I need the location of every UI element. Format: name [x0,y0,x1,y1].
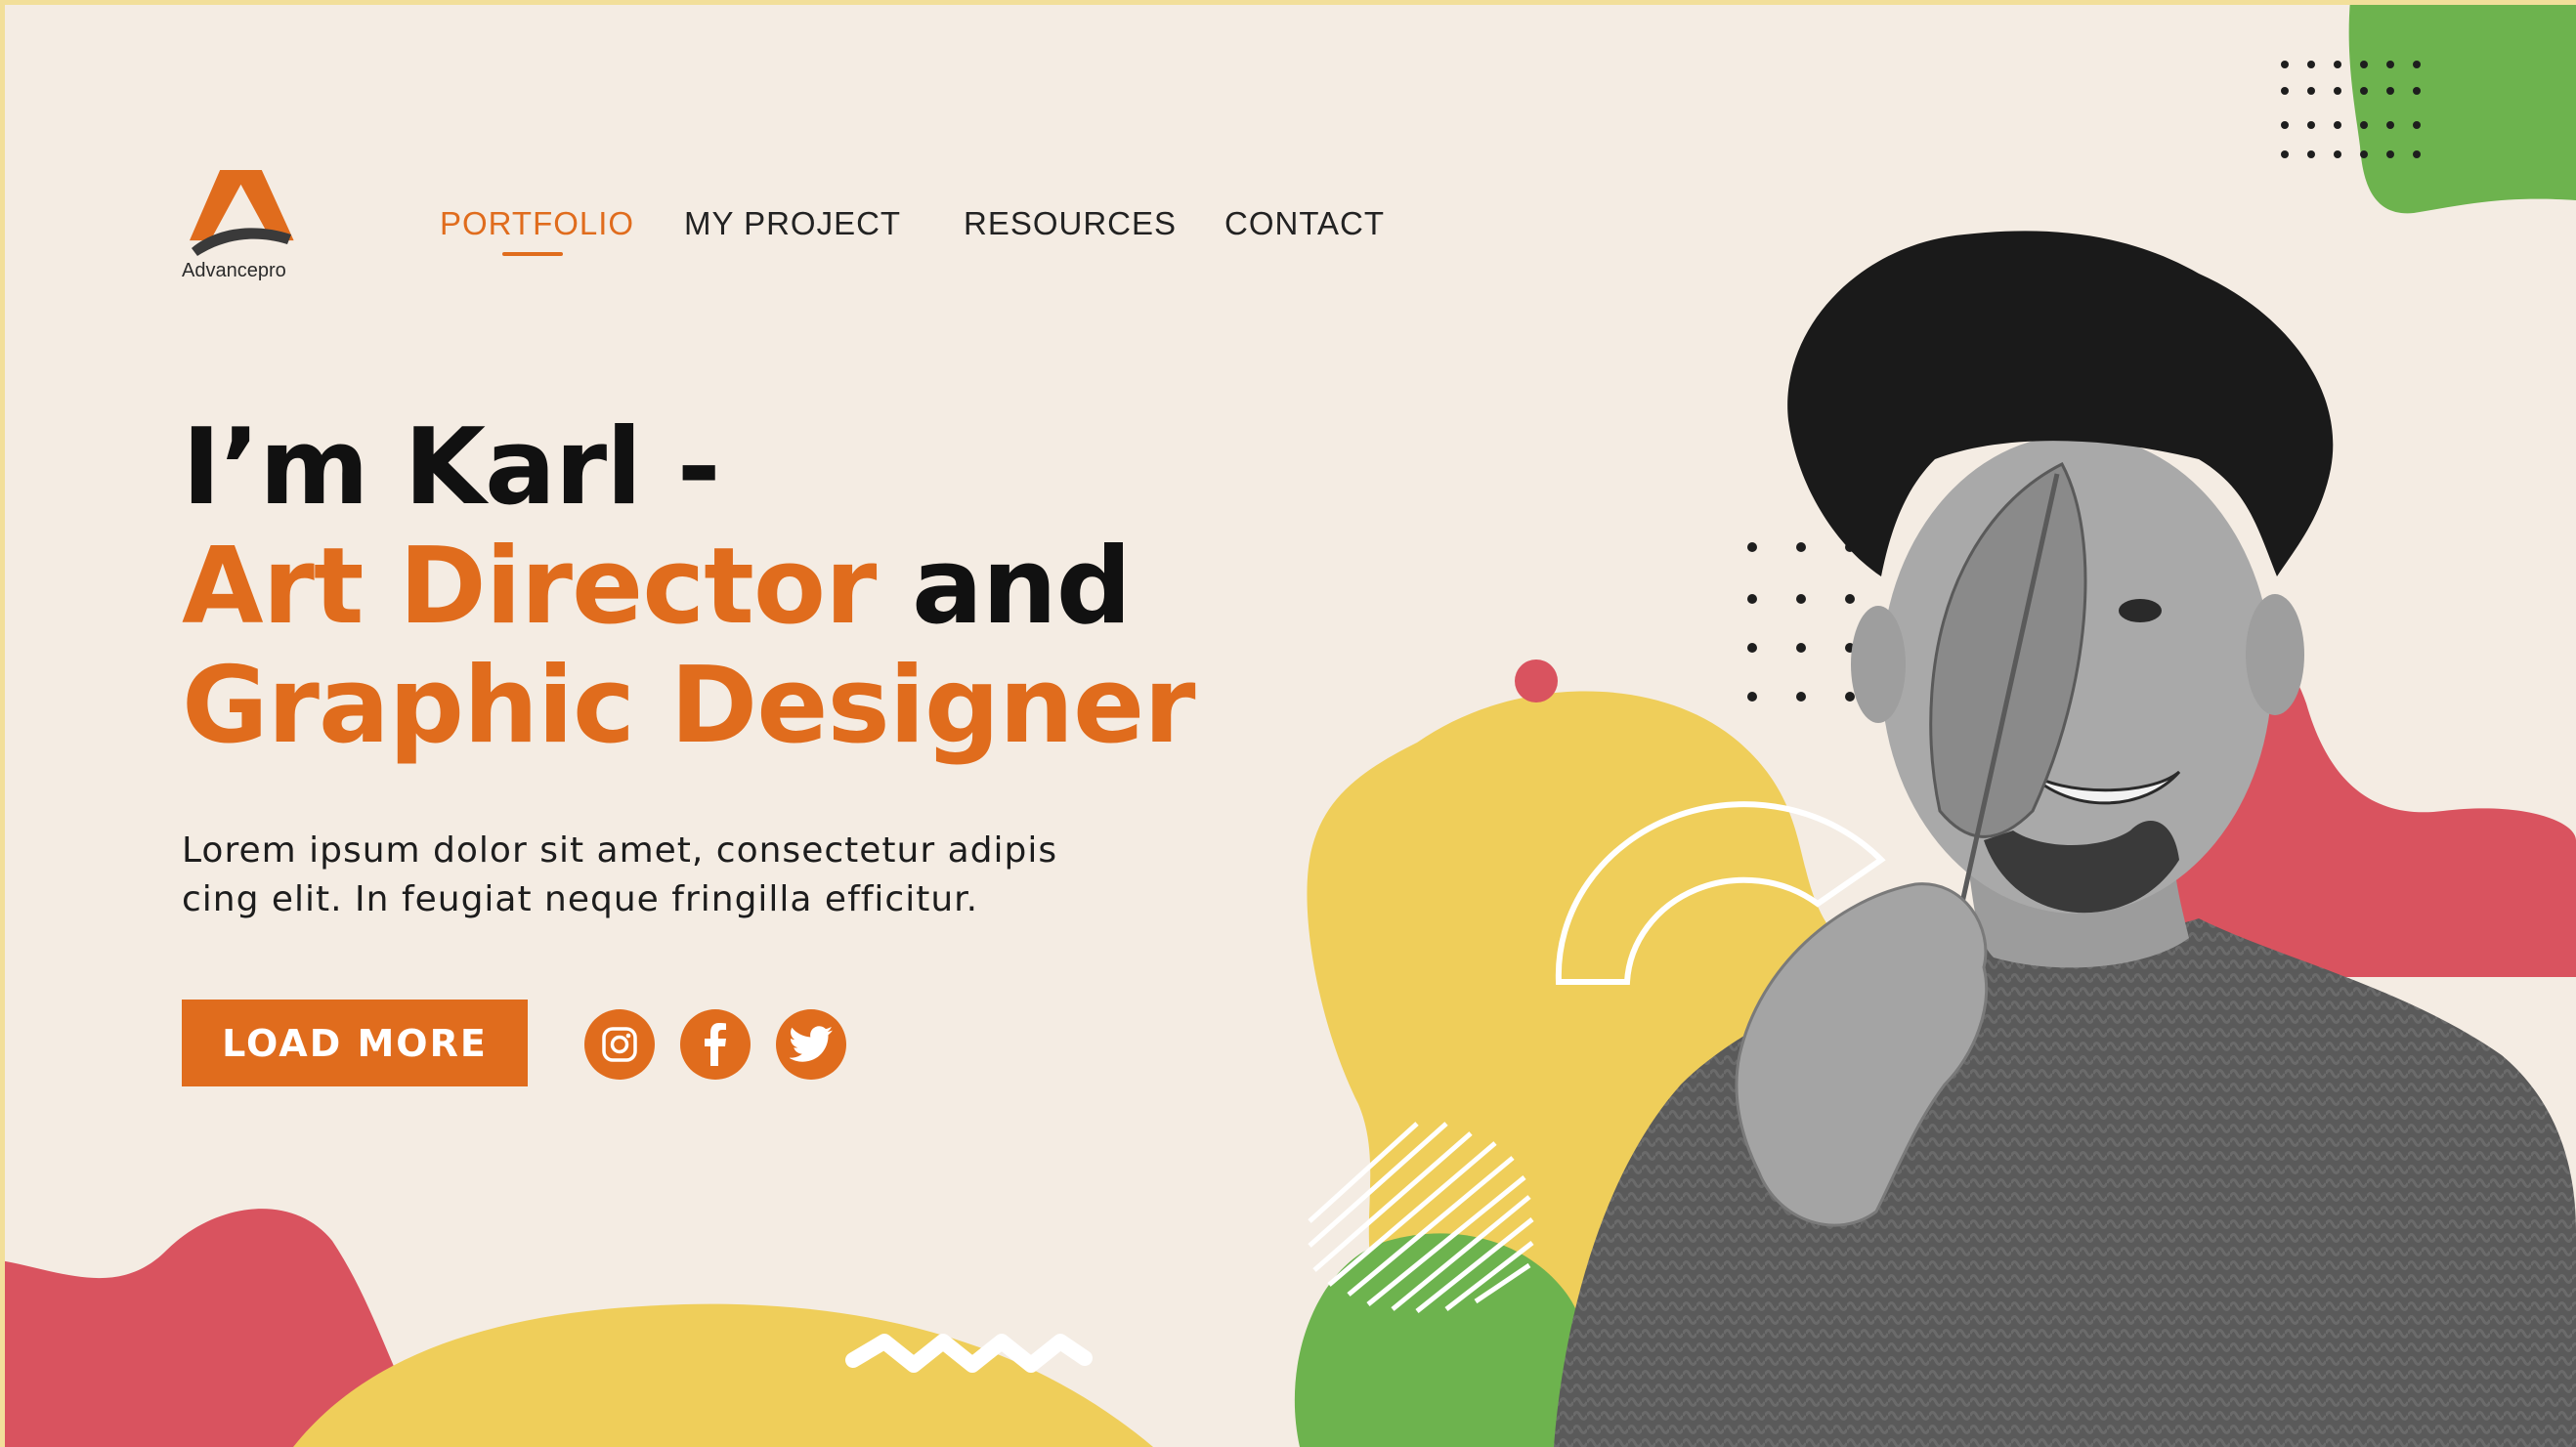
headline-line-3: Graphic Designer [182,645,1196,767]
nav-my-project[interactable]: MY PROJECT [684,205,901,242]
twitter-button[interactable] [776,1009,846,1080]
nav-portfolio[interactable]: PORTFOLIO [440,205,634,242]
description-line-1: Lorem ipsum dolor sit amet, consectetur … [182,830,1058,871]
hero-headline: I’m Karl - Art Director and Graphic Desi… [182,406,1196,767]
headline-and: and [876,526,1132,648]
green-blob-top-right [2348,0,2576,214]
headline-role-1: Art Director [182,526,877,648]
instagram-icon [602,1027,637,1062]
description-line-2: cing elit. In feugiat neque fringilla ef… [182,879,979,919]
facebook-icon [705,1023,726,1066]
sweater [1554,918,2576,1447]
hero-description: Lorem ipsum dolor sit amet, consectetur … [182,827,1218,924]
nav-resources[interactable]: RESOURCES [964,205,1177,242]
instagram-button[interactable] [584,1009,655,1080]
load-more-button[interactable]: LOAD MORE [182,1000,528,1086]
headline-line-1: I’m Karl - [182,406,721,529]
portrait-photo [1554,231,2576,1447]
brand-name: Advancepro [182,260,286,281]
headline-line-2: Art Director and [182,528,1195,647]
nav-contact[interactable]: CONTACT [1224,205,1385,242]
nav-active-underline [502,252,563,256]
twitter-icon [790,1026,833,1062]
yellow-blob-bottom [293,1303,1153,1447]
facebook-button[interactable] [680,1009,751,1080]
